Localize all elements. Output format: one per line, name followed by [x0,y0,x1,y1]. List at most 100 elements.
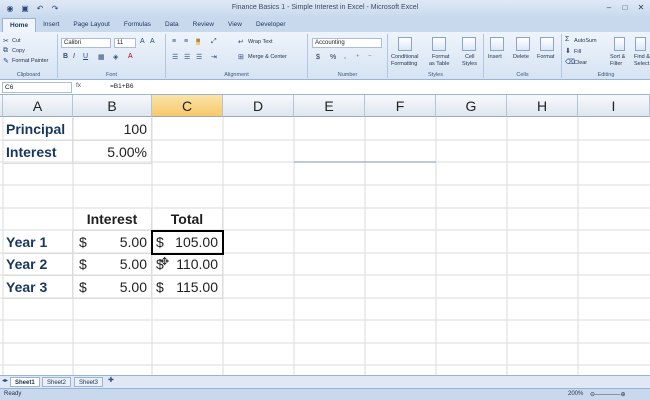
italic-icon[interactable]: I [73,53,75,60]
alignment-group: ≡ ≡ ≡ ⤢ ↵ Wrap Text ☰ ☰ ☰ ⇥ ⊞ Merge & Ce… [166,34,308,78]
tab-developer[interactable]: Developer [249,18,293,32]
delete-cells-icon[interactable] [516,37,530,51]
maximize-icon[interactable]: □ [620,3,630,13]
worksheet-grid: A B C D E F G H I Principal 100 Interest… [0,95,650,375]
format-cells-icon[interactable] [540,37,554,51]
merge-icon: ⊞ [238,54,244,61]
sheet-tab-2[interactable]: Sheet2 [42,377,72,387]
fill-color-icon[interactable]: ◈ [113,53,118,61]
conditional-formatting-icon[interactable] [398,37,412,51]
bold-icon[interactable]: B [63,53,68,60]
format-painter-button[interactable]: Format Painter [12,58,48,64]
cell-styles-button[interactable]: Cell [465,54,474,60]
tab-view[interactable]: View [221,18,249,32]
shrink-font-icon[interactable]: A [150,38,155,45]
column-header-d[interactable]: D [223,95,294,117]
tab-data[interactable]: Data [158,18,186,32]
wrap-text-button[interactable]: Wrap Text [248,39,273,45]
cell-b6[interactable]: $ 5.00 [73,231,152,254]
autosum-button[interactable]: AutoSum [574,38,597,44]
column-header-b[interactable]: B [73,95,152,117]
sheet-nav-icon[interactable]: ◂▸ [2,377,8,384]
column-header-i[interactable]: I [578,95,650,117]
find-select-button[interactable]: Find & [634,54,650,60]
cell-a2[interactable]: Interest [3,141,73,164]
cells-group: Insert Delete Format Cells [484,34,562,78]
align-left-icon[interactable]: ☰ [172,53,178,61]
font-family-select[interactable]: Calibri [61,38,111,48]
find-select-label2: Select [634,61,650,67]
close-icon[interactable]: ✕ [636,3,646,13]
tab-formulas[interactable]: Formulas [117,18,158,32]
percent-button[interactable]: % [330,54,336,61]
align-bottom-icon[interactable]: ≡ [196,38,201,45]
format-table-button[interactable]: Format [432,54,449,60]
tab-review[interactable]: Review [186,18,221,32]
status-mode: Ready [4,391,22,397]
copy-button[interactable]: Copy [12,48,25,54]
tab-page-layout[interactable]: Page Layout [66,18,117,32]
minimize-icon[interactable]: – [604,3,614,13]
decrease-decimal-icon[interactable]: ⁻ [368,53,372,61]
column-header-c[interactable]: C [152,95,223,117]
align-middle-icon[interactable]: ≡ [184,38,188,45]
font-color-icon[interactable]: A [128,53,133,60]
conditional-formatting-button[interactable]: Conditional [391,54,419,60]
formula-input[interactable]: =B1+B6 [110,83,134,90]
column-header-h[interactable]: H [507,95,578,117]
orientation-icon[interactable]: ⤢ [211,38,217,46]
cut-button[interactable]: Cut [12,38,21,44]
format-table-icon[interactable] [432,37,446,51]
align-center-icon[interactable]: ☰ [184,53,190,61]
sort-filter-button[interactable]: Sort & [610,54,625,60]
column-header-f[interactable]: F [365,95,436,117]
fx-icon[interactable]: fx [76,82,81,89]
delete-cells-button[interactable]: Delete [513,54,529,60]
tab-home[interactable]: Home [2,18,37,32]
grow-font-icon[interactable]: A [140,38,145,45]
column-header-e[interactable]: E [294,95,365,117]
font-size-select[interactable]: 11 [114,38,136,48]
underline-icon[interactable]: U [83,53,88,60]
cell-b5[interactable]: Interest [73,208,152,231]
increase-decimal-icon[interactable]: ⁺ [356,53,360,61]
styles-label: Styles [428,72,443,78]
indent-icon[interactable]: ⇥ [211,53,217,61]
cell-b1[interactable]: 100 [73,118,152,141]
number-format-select[interactable]: Accounting [312,38,382,48]
borders-icon[interactable]: ▦ [98,53,105,61]
insert-cells-icon[interactable] [490,37,504,51]
sort-filter-icon[interactable] [614,37,625,51]
cell-b7[interactable]: $ 5.00 [73,253,152,276]
cell-a8[interactable]: Year 3 [3,276,73,299]
sheet-tab-1[interactable]: Sheet1 [10,377,40,387]
zoom-slider-icon[interactable]: ⊖──────⊕ [590,391,626,398]
name-box[interactable]: C6 [2,82,72,93]
clear-button[interactable]: Clear [574,60,587,66]
cell-styles-icon[interactable] [462,37,476,51]
tab-insert[interactable]: Insert [36,18,66,32]
cell-a1[interactable]: Principal [3,118,73,141]
cell-c8[interactable]: $ 115.00 [152,276,223,299]
merge-center-button[interactable]: Merge & Center [248,54,287,60]
cell-a7[interactable]: Year 2 [3,253,73,276]
align-top-icon[interactable]: ≡ [172,38,176,45]
format-cells-button[interactable]: Format [537,54,554,60]
fill-button[interactable]: Fill [574,49,581,55]
currency-symbol: $ [79,279,87,295]
column-header-g[interactable]: G [436,95,507,117]
zoom-level[interactable]: 200% [568,391,583,397]
insert-sheet-icon[interactable]: ✚ [108,376,114,384]
status-bar: Ready 200% ⊖──────⊕ [0,388,650,400]
currency-button[interactable]: $ [316,54,320,61]
align-right-icon[interactable]: ☰ [196,53,202,61]
find-select-icon[interactable] [635,37,646,51]
sheet-tab-3[interactable]: Sheet3 [74,377,104,387]
cell-c5[interactable]: Total [152,208,223,231]
insert-cells-button[interactable]: Insert [488,54,502,60]
column-header-a[interactable]: A [3,95,73,117]
cell-a6[interactable]: Year 1 [3,231,73,254]
comma-icon[interactable]: , [344,53,346,60]
cell-b8[interactable]: $ 5.00 [73,276,152,299]
cell-b2[interactable]: 5.00% [73,141,152,164]
